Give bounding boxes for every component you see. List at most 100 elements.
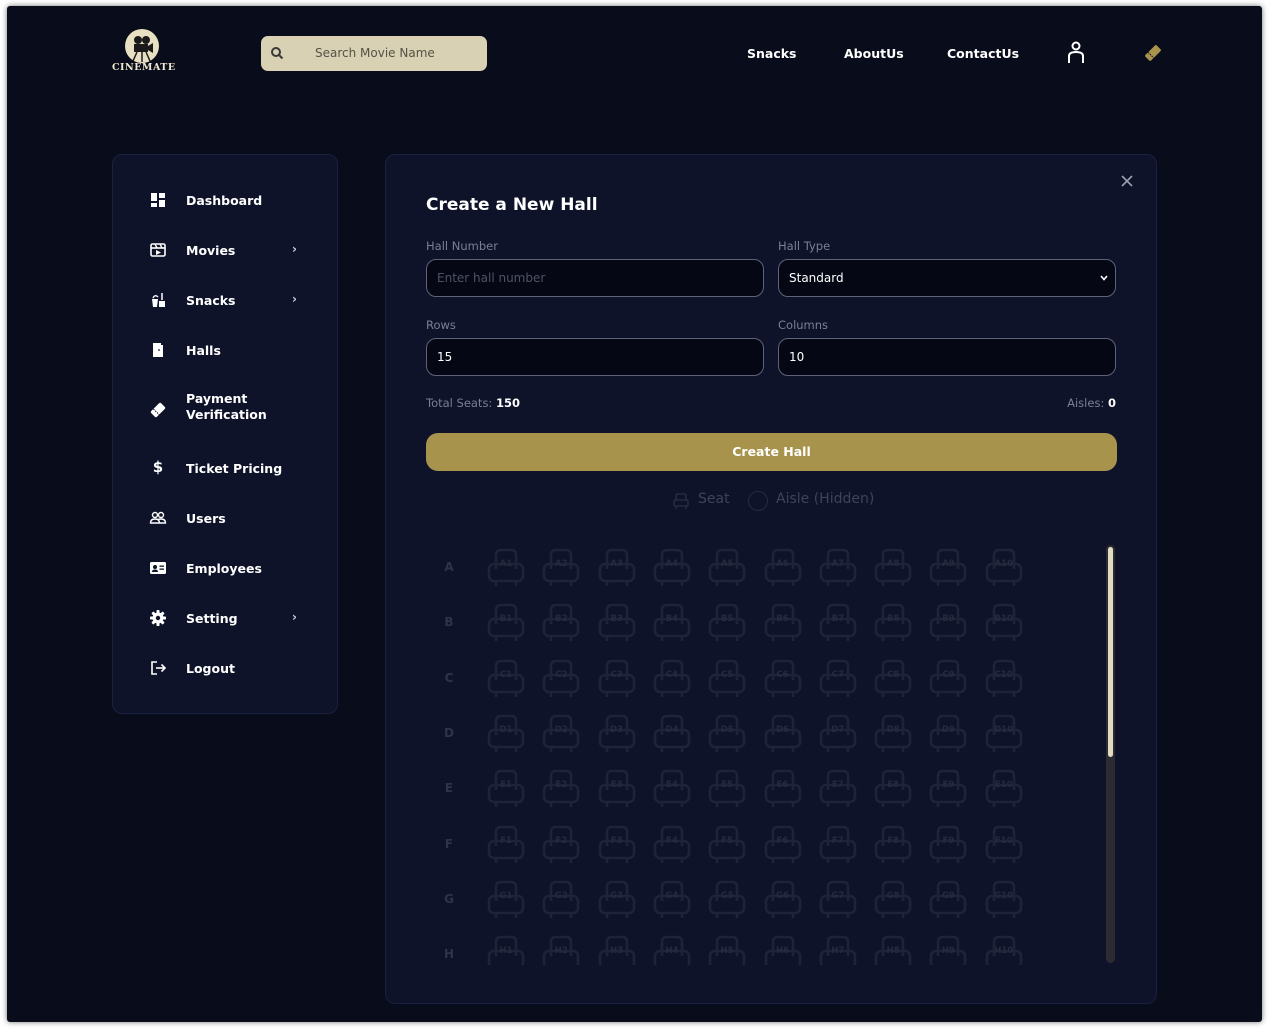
seat-d6[interactable]: D6	[763, 713, 803, 753]
scrollbar-thumb[interactable]	[1108, 547, 1113, 757]
seat-d3[interactable]: D3	[597, 713, 637, 753]
sidebar-item-halls[interactable]: Halls	[113, 329, 337, 369]
seat-c10[interactable]: C10	[984, 658, 1024, 698]
sidebar-item-users[interactable]: Users	[113, 497, 337, 537]
seat-g4[interactable]: G4	[652, 879, 692, 919]
sidebar-item-movies[interactable]: Movies ›	[113, 229, 337, 269]
seat-e2[interactable]: E2	[541, 768, 581, 808]
hall-number-input[interactable]: Enter hall number	[426, 259, 764, 297]
sidebar-item-snacks[interactable]: Snacks ›	[113, 279, 337, 319]
seat-g6[interactable]: G6	[763, 879, 803, 919]
seat-f8[interactable]: F8	[873, 824, 913, 864]
seat-g2[interactable]: G2	[541, 879, 581, 919]
sidebar-item-employees[interactable]: Employees	[113, 547, 337, 587]
seat-e9[interactable]: E9	[928, 768, 968, 808]
seat-a6[interactable]: A6	[763, 547, 803, 587]
seat-c1[interactable]: C1	[486, 658, 526, 698]
columns-input[interactable]: 10	[778, 338, 1116, 376]
seat-d7[interactable]: D7	[818, 713, 858, 753]
seat-h6[interactable]: H6	[763, 934, 803, 965]
sidebar-item-setting[interactable]: Setting ›	[113, 597, 337, 637]
seat-f5[interactable]: F5	[707, 824, 747, 864]
seat-e4[interactable]: E4	[652, 768, 692, 808]
seat-e8[interactable]: E8	[873, 768, 913, 808]
seat-h4[interactable]: H4	[652, 934, 692, 965]
seat-e6[interactable]: E6	[763, 768, 803, 808]
close-icon[interactable]	[1119, 173, 1135, 189]
seat-b7[interactable]: B7	[818, 602, 858, 642]
search-input[interactable]: Search Movie Name	[261, 36, 487, 71]
seat-h9[interactable]: H9	[928, 934, 968, 965]
seat-e3[interactable]: E3	[597, 768, 637, 808]
seat-a10[interactable]: A10	[984, 547, 1024, 587]
seat-c8[interactable]: C8	[873, 658, 913, 698]
seat-g3[interactable]: G3	[597, 879, 637, 919]
seat-d10[interactable]: D10	[984, 713, 1024, 753]
seat-c9[interactable]: C9	[928, 658, 968, 698]
seat-e1[interactable]: E1	[486, 768, 526, 808]
seat-c4[interactable]: C4	[652, 658, 692, 698]
seat-g5[interactable]: G5	[707, 879, 747, 919]
seat-h10[interactable]: H10	[984, 934, 1024, 965]
nav-snacks[interactable]: Snacks	[747, 46, 797, 61]
seat-a8[interactable]: A8	[873, 547, 913, 587]
seat-h2[interactable]: H2	[541, 934, 581, 965]
seat-b10[interactable]: B10	[984, 602, 1024, 642]
seat-h1[interactable]: H1	[486, 934, 526, 965]
seat-c5[interactable]: C5	[707, 658, 747, 698]
seat-b4[interactable]: B4	[652, 602, 692, 642]
seat-b1[interactable]: B1	[486, 602, 526, 642]
seat-g10[interactable]: G10	[984, 879, 1024, 919]
seat-a5[interactable]: A5	[707, 547, 747, 587]
seat-d8[interactable]: D8	[873, 713, 913, 753]
seat-a7[interactable]: A7	[818, 547, 858, 587]
seat-c7[interactable]: C7	[818, 658, 858, 698]
seat-a4[interactable]: A4	[652, 547, 692, 587]
seat-f4[interactable]: F4	[652, 824, 692, 864]
seat-a3[interactable]: A3	[597, 547, 637, 587]
seat-f1[interactable]: F1	[486, 824, 526, 864]
seat-f9[interactable]: F9	[928, 824, 968, 864]
ticket-icon[interactable]	[1143, 43, 1163, 63]
seat-c6[interactable]: C6	[763, 658, 803, 698]
create-hall-button[interactable]: Create Hall	[426, 433, 1117, 471]
seat-h7[interactable]: H7	[818, 934, 858, 965]
cinemate-logo[interactable]: CINEMATE	[112, 28, 175, 84]
seat-g1[interactable]: G1	[486, 879, 526, 919]
sidebar-item-ticket-pricing[interactable]: $ Ticket Pricing	[113, 447, 337, 487]
seat-f3[interactable]: F3	[597, 824, 637, 864]
nav-aboutus[interactable]: AboutUs	[844, 46, 904, 61]
seat-d1[interactable]: D1	[486, 713, 526, 753]
sidebar-item-dashboard[interactable]: Dashboard	[113, 179, 337, 219]
seat-h3[interactable]: H3	[597, 934, 637, 965]
seat-b3[interactable]: B3	[597, 602, 637, 642]
seat-d2[interactable]: D2	[541, 713, 581, 753]
seat-f10[interactable]: F10	[984, 824, 1024, 864]
seat-f7[interactable]: F7	[818, 824, 858, 864]
seat-a1[interactable]: A1	[486, 547, 526, 587]
seat-b9[interactable]: B9	[928, 602, 968, 642]
rows-input[interactable]: 15	[426, 338, 764, 376]
seat-f6[interactable]: F6	[763, 824, 803, 864]
seat-e7[interactable]: E7	[818, 768, 858, 808]
seat-a2[interactable]: A2	[541, 547, 581, 587]
seat-c3[interactable]: C3	[597, 658, 637, 698]
seat-c2[interactable]: C2	[541, 658, 581, 698]
seat-map-scrollbar[interactable]	[1106, 545, 1115, 963]
seat-a9[interactable]: A9	[928, 547, 968, 587]
sidebar-item-payment-verification[interactable]: Payment Verification	[113, 387, 337, 433]
seat-b8[interactable]: B8	[873, 602, 913, 642]
seat-h5[interactable]: H5	[707, 934, 747, 965]
seat-b2[interactable]: B2	[541, 602, 581, 642]
seat-d9[interactable]: D9	[928, 713, 968, 753]
seat-g9[interactable]: G9	[928, 879, 968, 919]
seat-d5[interactable]: D5	[707, 713, 747, 753]
seat-f2[interactable]: F2	[541, 824, 581, 864]
seat-e10[interactable]: E10	[984, 768, 1024, 808]
user-icon[interactable]	[1067, 41, 1085, 64]
seat-b5[interactable]: B5	[707, 602, 747, 642]
hall-type-select[interactable]: Standard	[778, 259, 1116, 297]
seat-h8[interactable]: H8	[873, 934, 913, 965]
sidebar-item-logout[interactable]: Logout	[113, 647, 337, 687]
seat-e5[interactable]: E5	[707, 768, 747, 808]
